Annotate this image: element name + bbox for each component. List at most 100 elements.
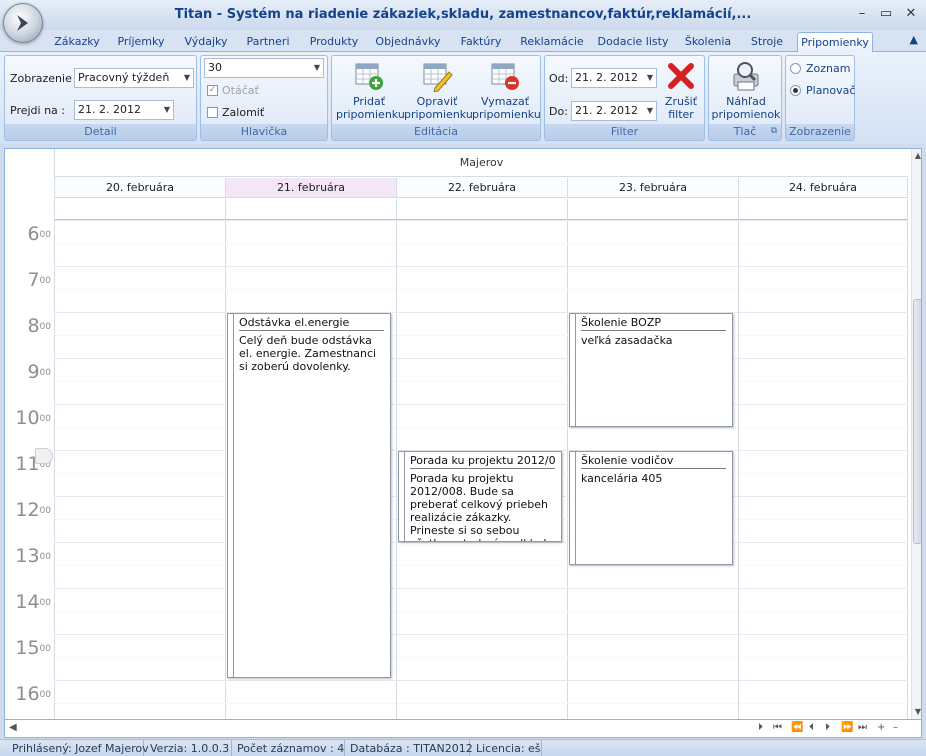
- all-day-cell[interactable]: [226, 199, 397, 220]
- group-caption-print: Tlač ⧉: [709, 124, 781, 140]
- nav-remove-icon[interactable]: –: [893, 722, 898, 733]
- time-slot-line: [55, 220, 908, 221]
- group-editing: Pridať pripomienku Opraviť pripomienku Vym…: [331, 55, 541, 141]
- from-label: Od:: [549, 72, 569, 85]
- time-slot-line: [55, 312, 908, 313]
- tab-vydajky[interactable]: Výdajky: [178, 32, 234, 52]
- nav-next-icon[interactable]: ⏵: [758, 722, 763, 733]
- tab-partneri[interactable]: Partneri: [240, 32, 296, 52]
- hour-label: 1500: [15, 637, 51, 659]
- tab-reklamacie[interactable]: Reklamácie: [516, 32, 588, 52]
- group-print: Náhľad pripomienok Tlač ⧉: [708, 55, 782, 141]
- scroll-down-icon[interactable]: ▼: [912, 707, 921, 716]
- hour-label: 1600: [15, 683, 51, 705]
- nav-last-icon[interactable]: ⏭: [858, 722, 867, 733]
- scroll-up-icon[interactable]: ▲: [912, 151, 921, 160]
- day-column[interactable]: [55, 220, 226, 719]
- minimize-icon[interactable]: –: [852, 5, 872, 23]
- cancel-filter-button[interactable]: Zrušiť filter: [659, 60, 703, 121]
- scheduler: Majerov 20. februára 21. februára 22. fe…: [4, 148, 922, 720]
- nav-add-icon[interactable]: +: [877, 722, 885, 733]
- all-day-cell[interactable]: [55, 199, 226, 220]
- appointment[interactable]: Školenie vodičov kancelária 405: [569, 451, 733, 565]
- all-day-cell[interactable]: [739, 199, 908, 220]
- time-slot-line: [55, 243, 908, 244]
- all-day-cell[interactable]: [397, 199, 568, 220]
- add-calendar-icon: [355, 63, 383, 90]
- day-column[interactable]: [739, 220, 908, 719]
- tab-prijemky[interactable]: Príjemky: [111, 32, 171, 52]
- hour-label: 800: [27, 315, 51, 337]
- tab-pripomienky[interactable]: Pripomienky: [797, 32, 873, 52]
- appointment-description: veľká zasadačka: [581, 334, 673, 347]
- tab-zakazky[interactable]: Zákazky: [50, 32, 104, 52]
- tab-produkty[interactable]: Produkty: [304, 32, 364, 52]
- list-view-radio[interactable]: Zoznam: [790, 62, 850, 75]
- hour-label: 600: [27, 223, 51, 245]
- tab-stroje[interactable]: Stroje: [743, 32, 791, 52]
- rotate-checkbox[interactable]: ✓ Otáčať: [207, 84, 259, 97]
- delete-reminder-button[interactable]: Vymazať pripomienku: [472, 60, 541, 121]
- tab-faktury[interactable]: Faktúry: [453, 32, 509, 52]
- appointment[interactable]: Školenie BOZP veľká zasadačka: [569, 313, 733, 427]
- scrollbar-thumb[interactable]: [913, 299, 921, 544]
- group-caption-editing: Editácia: [332, 124, 540, 140]
- checkbox-checked-icon: ✓: [207, 85, 218, 96]
- status-user: Prihlásený: Jozef Majerov: [8, 740, 149, 756]
- interval-select[interactable]: 30 ▼: [204, 58, 324, 78]
- from-date-picker[interactable]: 21. 2. 2012 ▼: [571, 68, 657, 88]
- to-date-picker[interactable]: 21. 2. 2012 ▼: [571, 101, 657, 121]
- goto-date-picker[interactable]: 21. 2. 2012 ▼: [74, 100, 174, 120]
- day-header[interactable]: 22. februára: [397, 178, 568, 198]
- tab-skolenia[interactable]: Školenia: [680, 32, 736, 52]
- edit-reminder-button[interactable]: Opraviť pripomienku: [404, 60, 473, 121]
- nav-prev-page-icon[interactable]: ⏪: [791, 722, 803, 733]
- day-header[interactable]: 23. februára: [568, 178, 739, 198]
- chevron-down-icon: ▼: [163, 105, 170, 114]
- ribbon-collapse-icon[interactable]: ▲: [910, 33, 918, 46]
- chevron-down-icon: ▼: [646, 106, 653, 115]
- hour-label: 1400: [15, 591, 51, 613]
- chevron-down-icon: ▼: [313, 63, 320, 72]
- ribbon-tabs: Zákazky Príjemky Výdajky Partneri Produk…: [0, 30, 926, 52]
- all-day-cell[interactable]: [568, 199, 739, 220]
- chevron-down-icon: ▼: [183, 73, 190, 82]
- add-reminder-button[interactable]: Pridať pripomienku: [336, 60, 405, 121]
- time-slot-line: [55, 358, 908, 359]
- vertical-scrollbar[interactable]: ▲ ▼: [911, 149, 921, 719]
- to-label: Do:: [549, 105, 568, 118]
- hour-label: 1300: [15, 545, 51, 567]
- delete-calendar-icon: [491, 63, 519, 90]
- print-preview-button[interactable]: Náhľad pripomienok: [711, 60, 781, 121]
- nav-first-icon[interactable]: ⏮: [773, 722, 782, 733]
- tab-dodacie-listy[interactable]: Dodacie listy: [594, 32, 672, 52]
- view-select[interactable]: Pracovný týždeň ▼: [74, 68, 194, 88]
- nav-next-icon[interactable]: ⏵: [825, 722, 830, 733]
- nav-prev-icon[interactable]: ⏴: [809, 722, 814, 733]
- day-header-today[interactable]: 21. februára: [226, 178, 397, 198]
- group-caption-filter: Filter: [545, 124, 704, 140]
- close-icon[interactable]: ✕: [901, 5, 921, 23]
- maximize-icon[interactable]: ▭: [876, 5, 896, 23]
- dialog-launcher-icon[interactable]: ⧉: [771, 124, 777, 139]
- time-slot-line: [55, 542, 908, 543]
- status-database: Databáza : TITAN2012: [346, 740, 473, 756]
- day-header[interactable]: 20. februára: [55, 178, 226, 198]
- group-display: Zoznam Planovač Zobrazenie: [785, 55, 855, 141]
- appointment[interactable]: Porada ku projektu 2012/008 Porada ku pr…: [398, 451, 562, 542]
- nav-next-page-icon[interactable]: ⏩: [841, 722, 853, 733]
- current-time-marker: [35, 448, 53, 464]
- wrap-checkbox[interactable]: Zalomiť: [207, 106, 264, 119]
- chevron-down-icon: ▼: [646, 73, 653, 82]
- planner-view-radio[interactable]: Planovač: [790, 84, 855, 97]
- appointment-subject: Školenie vodičov: [581, 454, 726, 469]
- group-caption-detail: Detail: [5, 124, 196, 140]
- scroll-left-icon[interactable]: ◀: [9, 722, 17, 733]
- appointment[interactable]: Odstávka el.energie Celý deň bude odstáv…: [227, 313, 391, 678]
- group-filter: Od: 21. 2. 2012 ▼ Do: 21. 2. 2012 ▼ Zrušiť…: [544, 55, 705, 141]
- appointment-subject: Odstávka el.energie: [239, 316, 384, 331]
- tab-objednavky[interactable]: Objednávky: [370, 32, 446, 52]
- time-slot-line: [55, 703, 908, 704]
- application-menu-button[interactable]: [3, 3, 43, 43]
- day-header[interactable]: 24. februára: [739, 178, 908, 198]
